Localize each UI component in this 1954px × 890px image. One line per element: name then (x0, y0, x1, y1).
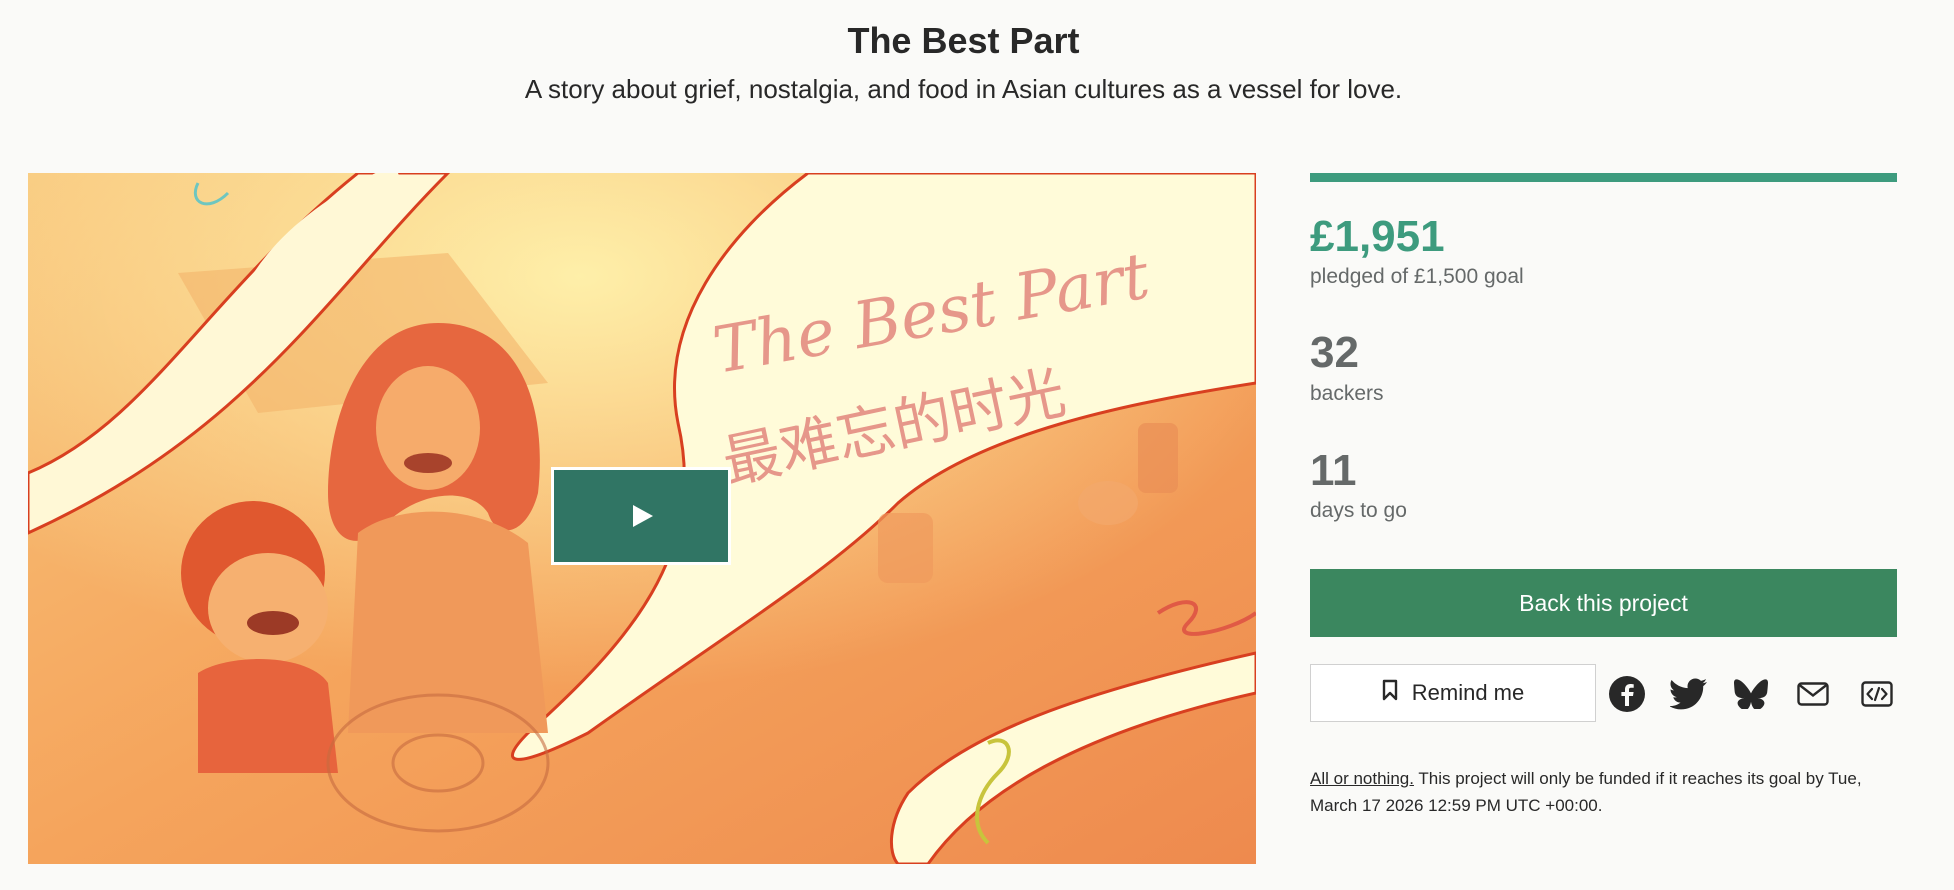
funding-progress-fill (1310, 173, 1897, 182)
embed-icon[interactable] (1858, 675, 1896, 713)
bluesky-icon[interactable] (1732, 675, 1770, 713)
funding-note: All or nothing. This project will only b… (1310, 765, 1897, 819)
back-project-button[interactable]: Back this project (1310, 569, 1897, 637)
campaign-sidebar: £1,951 pledged of £1,500 goal 32 backers… (1310, 173, 1897, 815)
pledged-goal-label: pledged of £1,500 goal (1310, 265, 1524, 288)
all-or-nothing-link[interactable]: All or nothing. (1310, 769, 1414, 788)
funding-progress-bar (1310, 173, 1897, 182)
twitter-icon[interactable] (1670, 675, 1708, 713)
play-button[interactable] (551, 467, 731, 565)
facebook-icon[interactable] (1608, 675, 1646, 713)
pledged-amount: £1,951 (1310, 212, 1445, 261)
video-player[interactable]: The Best Part 最难忘的时光 (28, 173, 1256, 864)
page-subtitle: A story about grief, nostalgia, and food… (524, 74, 1403, 104)
bookmark-icon (1382, 679, 1398, 707)
backers-label: backers (1310, 382, 1384, 405)
page-title: The Best Part (847, 20, 1080, 61)
days-remaining-label: days to go (1310, 499, 1407, 522)
remind-me-label: Remind me (1411, 680, 1525, 705)
play-icon (633, 505, 653, 527)
days-remaining: 11 (1310, 446, 1357, 495)
email-icon[interactable] (1794, 675, 1832, 713)
remind-me-button[interactable]: Remind me (1310, 664, 1596, 722)
backers-count: 32 (1310, 328, 1359, 377)
